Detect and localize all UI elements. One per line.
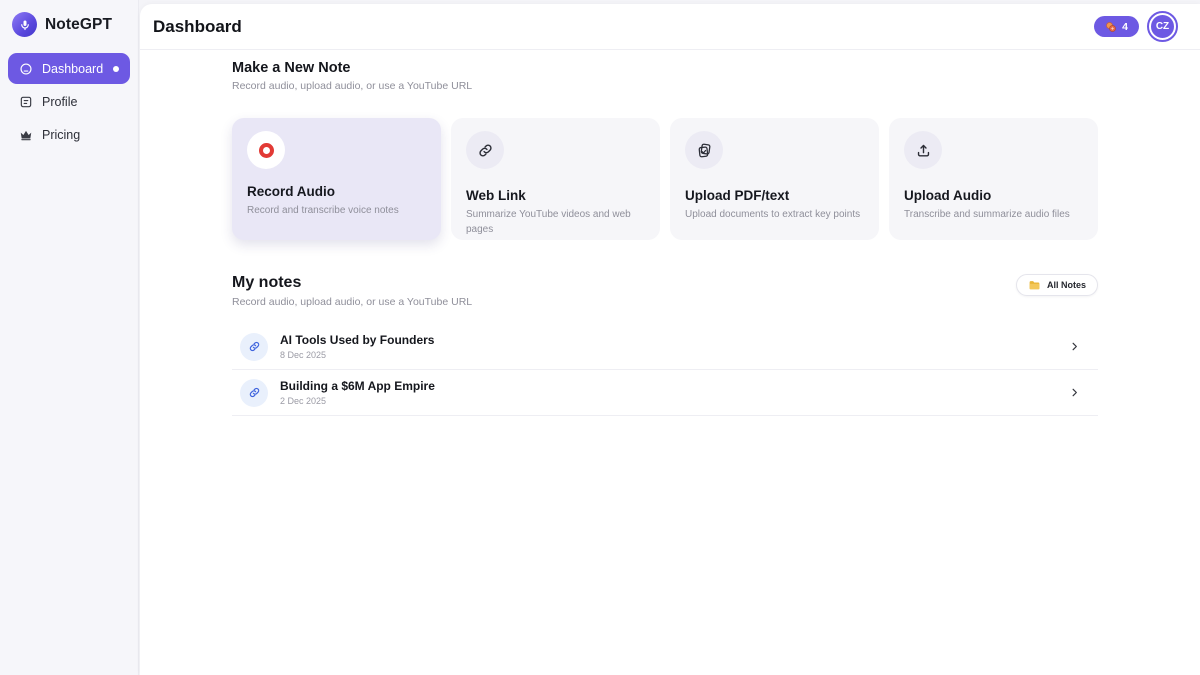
main-panel: Dashboard 4 CZ Make a New Note Record au… <box>140 4 1200 675</box>
sidebar-item-label: Profile <box>42 95 77 109</box>
sidebar-item-pricing[interactable]: Pricing <box>8 119 130 150</box>
link-icon <box>240 379 268 407</box>
card-title: Upload Audio <box>904 188 1083 203</box>
sidebar-item-dashboard[interactable]: Dashboard <box>8 53 130 84</box>
note-title: Building a $6M App Empire <box>280 379 435 393</box>
card-description: Transcribe and summarize audio files <box>904 208 1083 223</box>
credits-count: 4 <box>1122 21 1128 33</box>
card-title: Web Link <box>466 188 645 203</box>
sidebar-item-label: Pricing <box>42 128 80 142</box>
page-title: Dashboard <box>153 17 242 37</box>
crown-icon <box>19 128 33 142</box>
my-notes-subtitle: Record audio, upload audio, or use a You… <box>232 296 472 308</box>
credits-badge[interactable]: 4 <box>1094 16 1139 37</box>
make-note-title: Make a New Note <box>232 60 1098 76</box>
sidebar-nav: Dashboard Profile Pricing <box>0 53 138 150</box>
my-notes-section: My notes Record audio, upload audio, or … <box>232 274 1098 416</box>
upload-audio-card[interactable]: Upload Audio Transcribe and summarize au… <box>889 118 1098 240</box>
upload-icon <box>904 131 942 169</box>
id-card-icon <box>19 95 33 109</box>
all-notes-button[interactable]: All Notes <box>1016 274 1098 296</box>
card-description: Record and transcribe voice notes <box>247 204 426 219</box>
active-dot-icon <box>113 66 119 72</box>
note-text-group: AI Tools Used by Founders 8 Dec 2025 <box>280 333 434 360</box>
upload-pdf-card[interactable]: Upload PDF/text Upload documents to extr… <box>670 118 879 240</box>
card-description: Summarize YouTube videos and web pages <box>466 208 645 237</box>
note-icon <box>19 62 33 76</box>
sidebar-item-profile[interactable]: Profile <box>8 86 130 117</box>
chevron-right-icon <box>1069 341 1080 352</box>
page-header: Dashboard 4 CZ <box>140 4 1200 50</box>
card-title: Record Audio <box>247 184 426 199</box>
app-name: NoteGPT <box>45 16 112 34</box>
header-actions: 4 CZ <box>1094 13 1176 40</box>
link-icon <box>240 333 268 361</box>
app-logo: NoteGPT <box>0 0 138 53</box>
chevron-right-icon <box>1069 387 1080 398</box>
notes-list: AI Tools Used by Founders 8 Dec 2025 <box>232 324 1098 416</box>
avatar[interactable]: CZ <box>1149 13 1176 40</box>
coins-icon <box>1105 21 1117 33</box>
my-notes-heading-group: My notes Record audio, upload audio, or … <box>232 274 472 308</box>
action-cards: Record Audio Record and transcribe voice… <box>232 118 1098 240</box>
record-audio-card[interactable]: Record Audio Record and transcribe voice… <box>232 118 441 240</box>
note-date: 8 Dec 2025 <box>280 350 434 360</box>
note-row[interactable]: AI Tools Used by Founders 8 Dec 2025 <box>232 324 1098 370</box>
card-description: Upload documents to extract key points <box>685 208 864 223</box>
note-row[interactable]: Building a $6M App Empire 2 Dec 2025 <box>232 370 1098 416</box>
web-link-card[interactable]: Web Link Summarize YouTube videos and we… <box>451 118 660 240</box>
content: Make a New Note Record audio, upload aud… <box>232 50 1098 416</box>
card-title: Upload PDF/text <box>685 188 864 203</box>
my-notes-header: My notes Record audio, upload audio, or … <box>232 274 1098 308</box>
note-date: 2 Dec 2025 <box>280 396 435 406</box>
microphone-logo-icon <box>12 12 37 37</box>
folder-icon <box>1028 279 1041 292</box>
note-title: AI Tools Used by Founders <box>280 333 434 347</box>
make-note-subtitle: Record audio, upload audio, or use a You… <box>232 80 1098 92</box>
record-icon <box>247 131 285 169</box>
all-notes-label: All Notes <box>1047 280 1086 290</box>
link-icon <box>466 131 504 169</box>
note-text-group: Building a $6M App Empire 2 Dec 2025 <box>280 379 435 406</box>
documents-icon <box>685 131 723 169</box>
sidebar-item-label: Dashboard <box>42 62 103 76</box>
make-note-section: Make a New Note Record audio, upload aud… <box>232 60 1098 240</box>
my-notes-title: My notes <box>232 274 472 292</box>
sidebar: NoteGPT Dashboard Profile Pricing <box>0 0 139 675</box>
